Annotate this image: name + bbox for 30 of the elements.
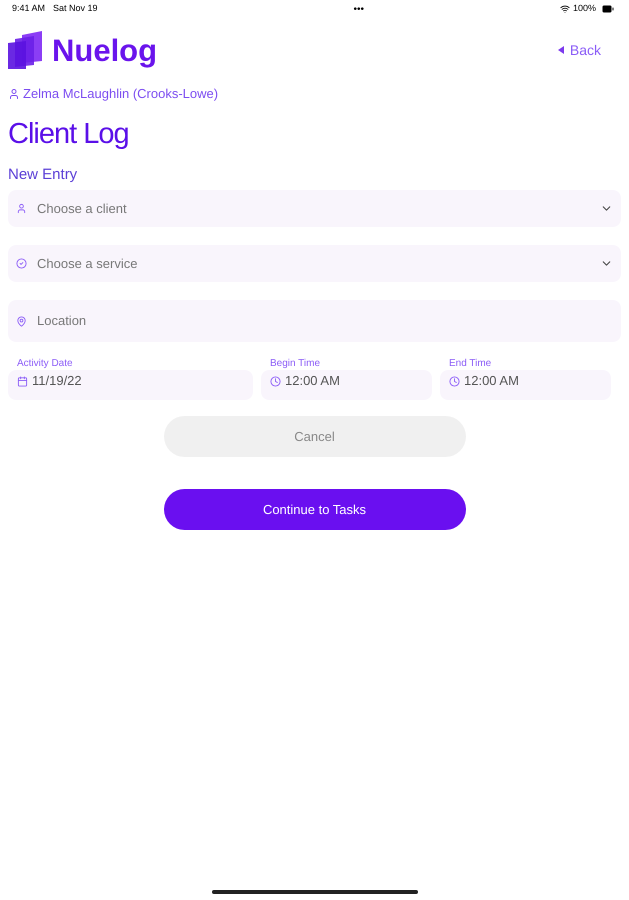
field-label: Activity Date: [16, 358, 74, 370]
person-icon: [8, 88, 20, 100]
clock-icon: [449, 376, 460, 386]
field-label: Begin Time: [269, 358, 322, 370]
calendar-icon: [17, 376, 28, 386]
dropdown-field[interactable]: Choose a client: [8, 190, 621, 227]
dropdown-field[interactable]: Choose a service: [8, 245, 621, 282]
location-pin-icon: [16, 316, 27, 326]
field-label: End Time: [448, 358, 492, 370]
date-field[interactable]: 11/19/22: [8, 370, 253, 400]
battery-percent: 100%: [572, 2, 596, 16]
logo-text: Nuelog: [52, 34, 158, 66]
logo-icon: [8, 31, 44, 69]
time-field[interactable]: 12:00 AM: [261, 370, 432, 400]
status-date: Sat Nov 19: [53, 2, 98, 16]
input-field[interactable]: Location: [8, 300, 621, 342]
user-name: Zelma McLaughlin (Crooks-Lowe): [23, 85, 218, 103]
check-circle-icon: [16, 258, 27, 269]
section-heading: New Entry: [7, 164, 78, 184]
cancel-button[interactable]: Cancel: [164, 416, 466, 457]
multitask-dots: •••: [352, 2, 364, 16]
continue-button[interactable]: Continue to Tasks: [164, 489, 466, 530]
page-title: Client Log: [7, 116, 130, 152]
back-button[interactable]: Back: [558, 40, 601, 60]
time-field[interactable]: 12:00 AM: [440, 370, 611, 400]
status-time: 9:41 AM: [12, 2, 46, 16]
clock-icon: [270, 376, 281, 386]
person-icon: [16, 203, 27, 214]
wifi-icon: [560, 4, 570, 14]
caret-left-icon: [558, 46, 564, 54]
